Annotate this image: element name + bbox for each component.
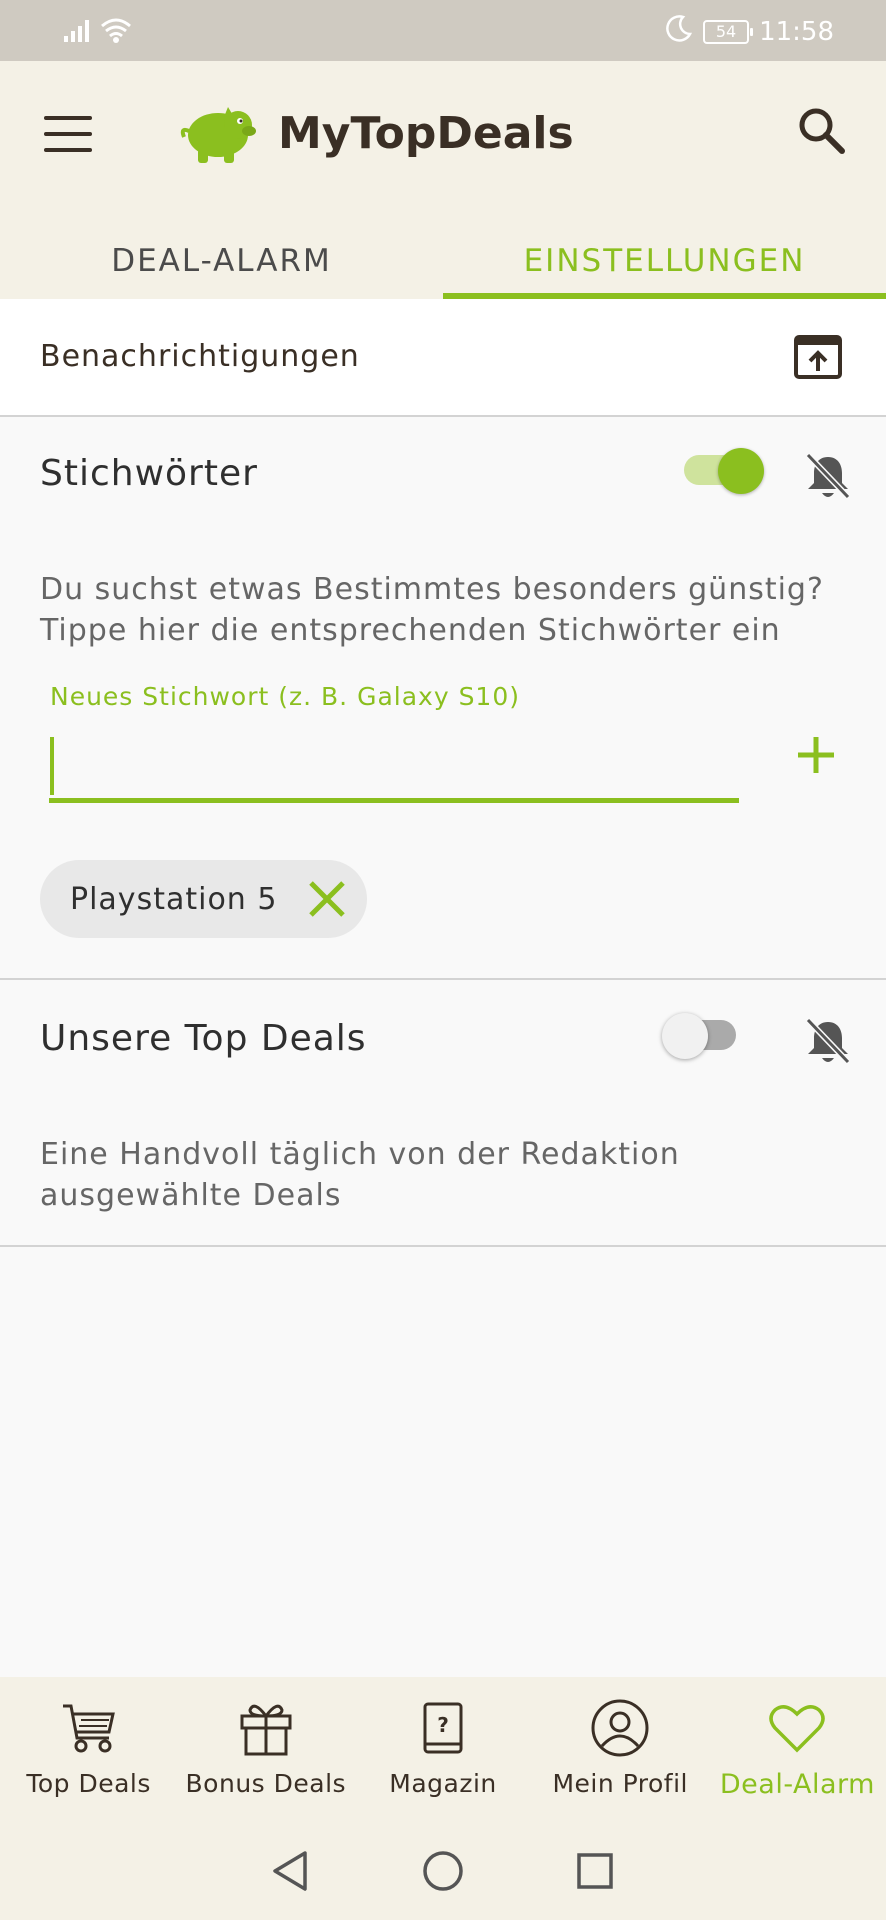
top-deals-description: Eine Handvoll täglich von der Redaktion …: [40, 1137, 680, 1213]
keywords-title: Stichwörter: [40, 453, 258, 494]
search-button[interactable]: [794, 103, 850, 159]
keyword-chip: Playstation 5: [40, 860, 368, 938]
piggy-bank-icon: [176, 99, 258, 167]
recents-square-icon: [577, 1852, 613, 1889]
tab-deal-alarm[interactable]: DEAL-ALARM: [0, 231, 443, 299]
notifications-label: Benachrichtigungen: [40, 339, 360, 374]
status-right: 54 11:58: [665, 14, 834, 49]
nav-label: Magazin: [389, 1769, 497, 1798]
top-deals-title: Unsere Top Deals: [40, 1018, 367, 1059]
nav-label: Mein Profil: [552, 1769, 688, 1798]
nav-top-deals[interactable]: Top Deals: [0, 1677, 177, 1821]
bell-off-icon[interactable]: [804, 451, 852, 505]
remove-keyword-button[interactable]: [307, 879, 347, 919]
keywords-section: Stichwörter Du suchst etwas Bestimmtes b…: [0, 417, 886, 980]
app-title: MyTopDeals: [278, 107, 574, 159]
app-bar: MyTopDeals DEAL-ALARM EINSTELLUNGEN: [0, 61, 886, 299]
cart-icon: [59, 1697, 119, 1759]
gift-icon: [236, 1697, 296, 1759]
keywords-description: Du suchst etwas Bestimmtes besonders gün…: [40, 572, 824, 648]
clock: 11:58: [759, 16, 834, 47]
book-question-icon: ?: [421, 1697, 465, 1759]
moon-icon: [665, 14, 693, 49]
recents-button[interactable]: [575, 1851, 615, 1891]
menu-button[interactable]: [44, 116, 92, 156]
nav-label: Deal-Alarm: [719, 1769, 875, 1800]
nav-magazin[interactable]: ? Magazin: [354, 1677, 531, 1821]
tab-einstellungen[interactable]: EINSTELLUNGEN: [443, 231, 886, 299]
system-navigation: [0, 1821, 886, 1920]
status-bar: 54 11:58: [0, 0, 886, 61]
battery-indicator: 54: [703, 19, 754, 44]
keyword-input-label: Neues Stichwort (z. B. Galaxy S10): [50, 682, 520, 711]
heart-icon: [767, 1697, 827, 1759]
notifications-row[interactable]: Benachrichtigungen: [0, 299, 886, 417]
keyword-chip-label: Playstation 5: [70, 881, 278, 917]
nav-deal-alarm[interactable]: Deal-Alarm: [709, 1677, 886, 1821]
tab-bar: DEAL-ALARM EINSTELLUNGEN: [0, 231, 886, 299]
nav-bonus-deals[interactable]: Bonus Deals: [177, 1677, 354, 1821]
close-icon: [309, 881, 346, 917]
keywords-toggle[interactable]: [680, 448, 764, 494]
nav-label: Top Deals: [26, 1769, 151, 1798]
signal-wifi-icon: [64, 14, 136, 50]
bell-off-icon[interactable]: [804, 1016, 852, 1070]
app-logo: MyTopDeals: [176, 99, 574, 167]
keyword-input[interactable]: [49, 729, 739, 803]
open-settings-icon[interactable]: [794, 335, 842, 383]
top-deals-toggle[interactable]: [662, 1013, 742, 1059]
profile-icon: [590, 1697, 650, 1759]
svg-text:?: ?: [437, 1713, 449, 1737]
text-caret: [50, 737, 54, 795]
home-circle-icon: [423, 1850, 463, 1891]
plus-icon: [798, 737, 834, 773]
add-keyword-button[interactable]: [796, 735, 836, 779]
bottom-navigation: Top Deals Bonus Deals ? Magazin Mein Pro…: [0, 1677, 886, 1821]
search-icon: [794, 108, 850, 163]
back-triangle-icon: [273, 1850, 307, 1891]
back-button[interactable]: [271, 1849, 311, 1893]
top-deals-section: Unsere Top Deals Eine Handvoll täglich v…: [0, 980, 886, 1247]
nav-mein-profil[interactable]: Mein Profil: [532, 1677, 709, 1821]
nav-label: Bonus Deals: [185, 1769, 347, 1798]
home-button[interactable]: [421, 1849, 465, 1893]
